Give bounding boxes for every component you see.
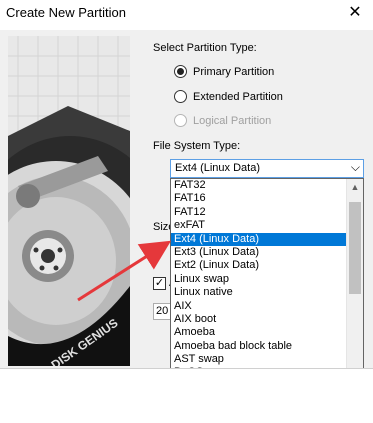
dialog-footer [0, 368, 373, 423]
annotation-arrow [77, 240, 172, 302]
red-arrow-icon [77, 240, 172, 302]
create-partition-dialog: Create New Partition ✕ DISK GENIUS Selec… [0, 0, 373, 423]
